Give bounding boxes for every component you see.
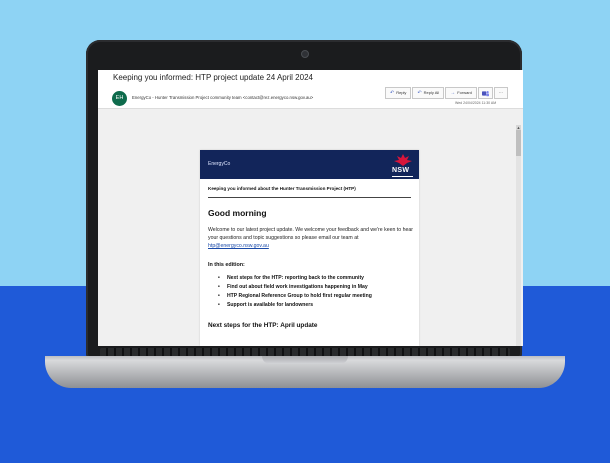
divider [208,197,411,198]
email-actions: ↶ Reply ↶ Reply All → Forward ··· [385,87,508,99]
welcome-paragraph: Welcome to our latest project update. We… [208,227,413,250]
edition-list: Next steps for the HTP: reporting back t… [218,274,372,310]
forward-button[interactable]: → Forward [445,87,477,99]
laptop-notch [262,356,348,364]
newsletter-banner: EnergyCo NSW [200,150,419,179]
reply-arrow-icon: ↶ [390,90,395,96]
edition-heading: In this edition: [208,262,245,268]
more-options-button[interactable]: ··· [493,87,508,99]
teams-button[interactable] [477,87,493,99]
list-item: HTP Regional Reference Group to hold fir… [218,292,372,301]
greeting: Good morning [208,208,267,218]
sender-avatar[interactable]: EH [112,91,127,106]
reply-all-button[interactable]: ↶ Reply All [412,87,445,99]
laptop-base [45,360,565,388]
email-subject: Keeping you informed: HTP project update… [113,73,313,82]
nsw-logo-underline [392,176,413,177]
scrollbar-track[interactable] [516,125,521,346]
list-item: Next steps for the HTP: reporting back t… [218,274,372,283]
nsw-logo: NSW [392,167,410,174]
reply-all-label: Reply All [423,90,440,95]
email-link[interactable]: htp@energyco.nsw.gov.au [208,243,269,249]
teams-icon [481,90,489,96]
email-header: Keeping you informed: HTP project update… [98,70,523,109]
sender-address[interactable]: EnergyCo - Hunter Transmission Project c… [132,95,313,100]
reply-button[interactable]: ↶ Reply [385,87,412,99]
newsletter-body: EnergyCo NSW Keeping you informed about … [200,150,419,346]
laptop-screen: Keeping you informed: HTP project update… [98,70,523,346]
reply-all-icon: ↶ [417,90,422,96]
waratah-icon [394,154,412,166]
welcome-text: Welcome to our latest project update. We… [208,227,413,241]
reply-label: Reply [396,90,407,95]
email-date: Wed 24/04/2024 11:30 AM [455,101,497,105]
forward-arrow-icon: → [450,90,456,96]
next-steps-heading: Next steps for the HTP: April update [208,322,318,329]
list-item: Support is available for landowners [218,301,372,310]
brand-name: EnergyCo [208,161,231,167]
list-item: Find out about field work investigations… [218,283,372,292]
forward-label: Forward [457,90,472,95]
intro-line: Keeping you informed about the Hunter Tr… [208,186,356,191]
webcam-icon [301,50,309,58]
scrollbar-thumb[interactable] [516,130,521,156]
